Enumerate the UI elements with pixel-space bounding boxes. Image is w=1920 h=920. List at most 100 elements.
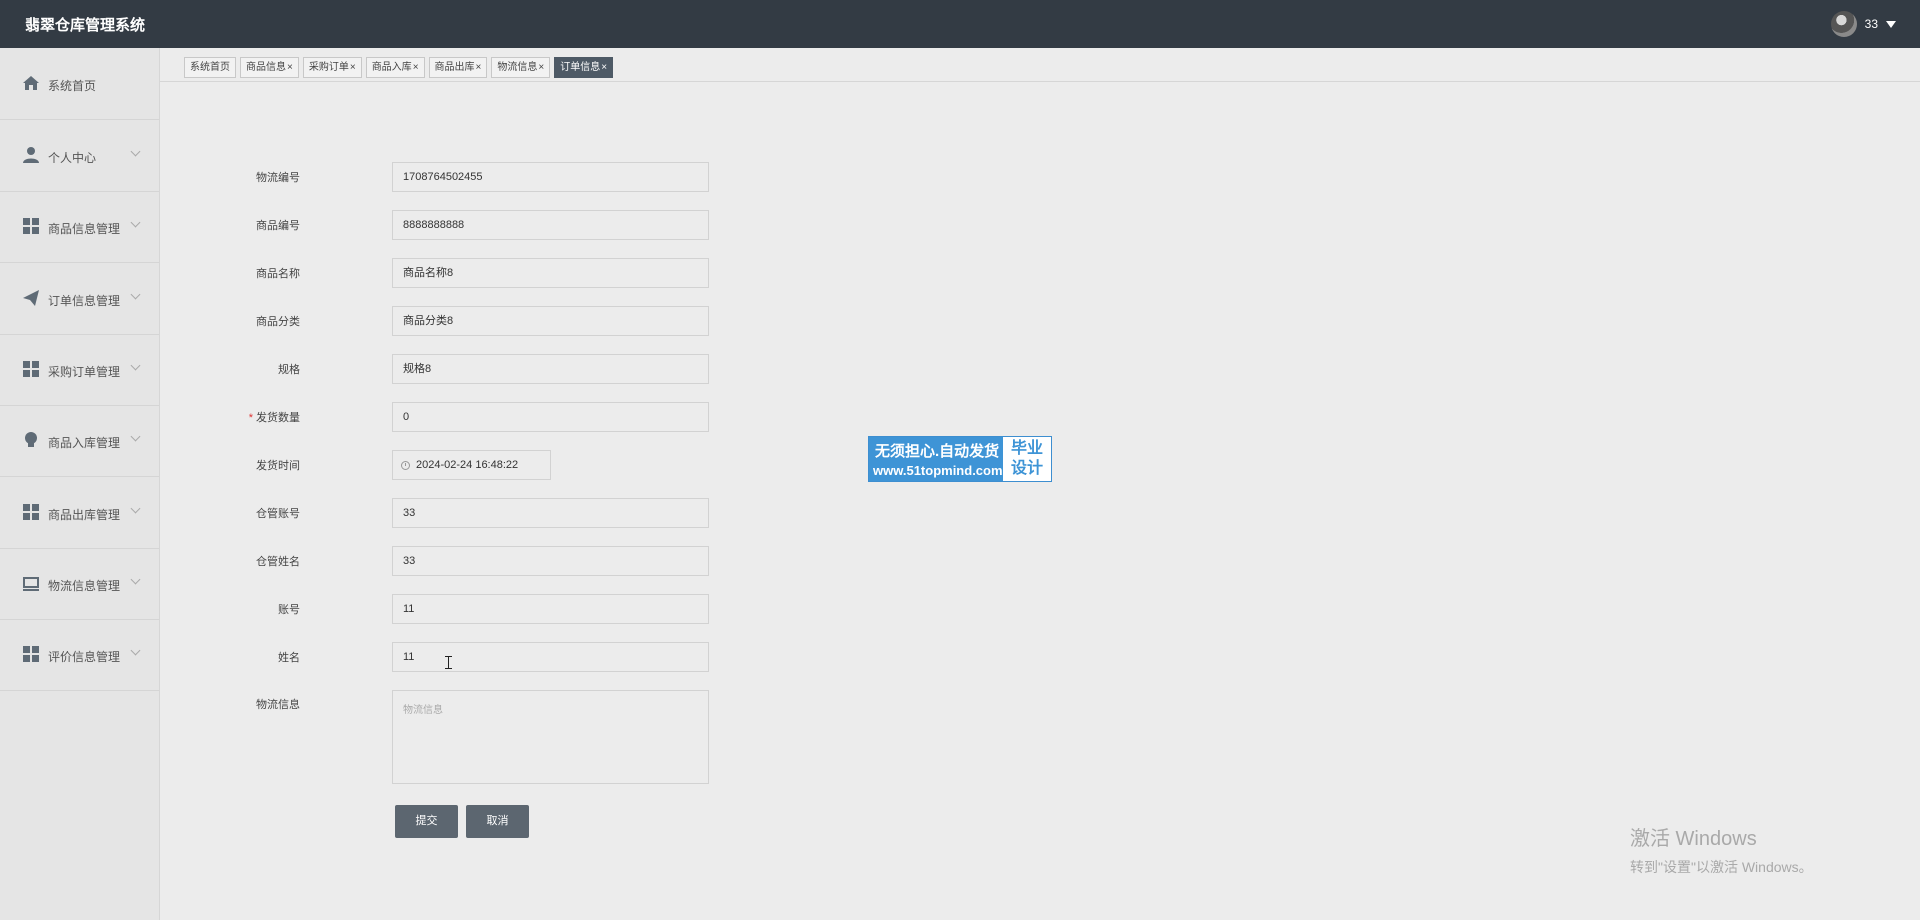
sidebar-item-label: 评价信息管理 xyxy=(48,650,121,664)
promo-right2: 设计 xyxy=(1010,460,1043,477)
field-label: 发货时间 xyxy=(256,460,300,472)
keeper-name-field[interactable]: 33 xyxy=(392,546,709,576)
bulb-icon xyxy=(25,432,37,447)
sidebar-item-stock-out[interactable]: 商品出库管理 xyxy=(0,477,159,549)
tab-product-info[interactable]: 商品信息× xyxy=(240,57,299,78)
tab-stock-in[interactable]: 商品入库× xyxy=(365,57,425,78)
sidebar-item-label: 个人中心 xyxy=(48,151,97,165)
tab-order-info[interactable]: 订单信息× xyxy=(554,57,614,78)
sidebar-item-label: 系统首页 xyxy=(48,79,97,93)
chevron-down-icon xyxy=(130,217,141,228)
field-label: 物流编号 xyxy=(256,172,300,184)
chevron-down-icon xyxy=(130,289,141,300)
grid-icon xyxy=(23,218,39,234)
paper-plane-icon xyxy=(23,290,39,306)
tab-label: 商品出库 xyxy=(434,62,475,73)
sidebar-item-home[interactable]: 系统首页 xyxy=(0,48,159,120)
account-field[interactable]: 11 xyxy=(392,594,709,624)
sidebar-item-label: 商品信息管理 xyxy=(48,222,121,236)
field-label: 商品名称 xyxy=(256,268,300,280)
close-icon[interactable]: × xyxy=(350,62,356,73)
caret-down-icon[interactable] xyxy=(1886,20,1896,28)
close-icon[interactable]: × xyxy=(413,62,419,73)
keeper-account-field[interactable]: 33 xyxy=(392,498,709,528)
tab-label: 商品信息 xyxy=(246,62,286,73)
tab-divider xyxy=(160,81,1920,82)
field-label-wrap: * 发货数量 xyxy=(216,402,300,434)
product-category-field[interactable]: 商品分类8 xyxy=(392,306,709,336)
sidebar-item-product-info[interactable]: 商品信息管理 xyxy=(0,191,159,263)
user-name[interactable]: 33 xyxy=(1865,17,1878,31)
chevron-down-icon xyxy=(130,645,141,656)
tab-label: 系统首页 xyxy=(190,62,230,73)
product-no-field[interactable]: 8888888888 xyxy=(392,210,709,240)
chevron-down-icon xyxy=(130,503,141,514)
sidebar-item-label: 订单信息管理 xyxy=(48,294,121,308)
chevron-down-icon xyxy=(130,431,141,442)
tab-label: 商品入库 xyxy=(371,62,412,73)
tab-home[interactable]: 系统首页 xyxy=(184,57,236,78)
tab-logistics[interactable]: 物流信息× xyxy=(491,57,551,78)
logistics-no-field[interactable]: 1708764502455 xyxy=(392,162,709,192)
tab-purchase-order[interactable]: 采购订单× xyxy=(302,57,362,78)
sidebar-item-logistics[interactable]: 物流信息管理 xyxy=(0,548,159,620)
tab-label: 物流信息 xyxy=(497,62,538,73)
watermark-line2: 转到"设置"以激活 Windows。 xyxy=(1630,859,1813,875)
tab-stock-out[interactable]: 商品出库× xyxy=(428,57,488,78)
avatar[interactable] xyxy=(1830,11,1857,37)
clock-icon xyxy=(401,460,410,470)
sidebar-item-reviews[interactable]: 评价信息管理 xyxy=(0,619,159,691)
grid-icon xyxy=(23,504,39,520)
field-label: 物流信息 xyxy=(256,699,300,711)
sidebar-item-purchase-order[interactable]: 采购订单管理 xyxy=(0,334,159,406)
logistics-info-textarea[interactable]: 物流信息 xyxy=(392,690,709,784)
chevron-down-icon xyxy=(130,574,141,585)
submit-button[interactable]: 提交 xyxy=(395,805,458,838)
grid-icon xyxy=(23,361,39,377)
tab-bar: 系统首页 商品信息× 采购订单× 商品入库× 商品出库× 物流信息× 订单信息× xyxy=(184,57,614,78)
tab-label: 订单信息 xyxy=(560,62,601,73)
sidebar-item-label: 采购订单管理 xyxy=(48,365,121,379)
close-icon[interactable]: × xyxy=(601,62,607,73)
promo-right1: 毕业 xyxy=(1010,440,1043,457)
top-bar: 翡翠仓库管理系统 33 xyxy=(0,0,1920,48)
promo-line1: 无须担心.自动发货 xyxy=(875,443,1000,460)
field-label: 规格 xyxy=(278,364,300,376)
required-mark: * xyxy=(248,412,253,424)
field-label: 发货数量 xyxy=(256,412,300,424)
field-label: 仓管姓名 xyxy=(256,556,300,568)
name-field[interactable]: 11 xyxy=(392,642,709,672)
field-label: 商品编号 xyxy=(256,220,300,232)
text-cursor-icon xyxy=(445,656,452,669)
inbox-icon xyxy=(23,577,39,591)
product-name-field[interactable]: 商品名称8 xyxy=(392,258,709,288)
sidebar-item-order-info[interactable]: 订单信息管理 xyxy=(0,263,159,335)
promo-line2: www.51topmind.com xyxy=(873,463,1003,478)
field-label: 姓名 xyxy=(278,652,300,664)
sidebar-item-label: 商品入库管理 xyxy=(48,436,121,450)
user-menu[interactable]: 33 xyxy=(1830,10,1896,38)
sidebar-item-label: 物流信息管理 xyxy=(48,579,121,593)
ship-qty-field[interactable]: 0 xyxy=(392,402,709,432)
sidebar-item-personal-center[interactable]: 个人中心 xyxy=(0,120,159,192)
home-icon xyxy=(23,76,39,90)
grid-icon xyxy=(23,646,39,662)
tab-label: 采购订单 xyxy=(308,62,349,73)
close-icon[interactable]: × xyxy=(287,62,293,73)
watermark-line1: 激活 Windows xyxy=(1630,828,1757,850)
promo-right: 毕业 设计 xyxy=(1003,437,1051,481)
person-icon xyxy=(23,147,39,163)
app-title: 翡翠仓库管理系统 xyxy=(25,17,146,34)
field-label: 账号 xyxy=(278,604,300,616)
field-label: 仓管账号 xyxy=(256,508,300,520)
close-icon[interactable]: × xyxy=(476,62,482,73)
chevron-down-icon xyxy=(130,146,141,157)
close-icon[interactable]: × xyxy=(538,62,544,73)
sidebar-item-stock-in[interactable]: 商品入库管理 xyxy=(0,405,159,477)
ship-time-value: 2024-02-24 16:48:22 xyxy=(416,459,519,471)
spec-field[interactable]: 规格8 xyxy=(392,354,709,384)
windows-activation-watermark: 激活 Windows 转到"设置"以激活 Windows。 xyxy=(1630,822,1813,877)
cancel-button[interactable]: 取消 xyxy=(466,805,529,838)
promo-left: 无须担心.自动发货 www.51topmind.com xyxy=(869,437,1003,481)
ship-time-picker[interactable]: 2024-02-24 16:48:22 xyxy=(392,450,551,480)
